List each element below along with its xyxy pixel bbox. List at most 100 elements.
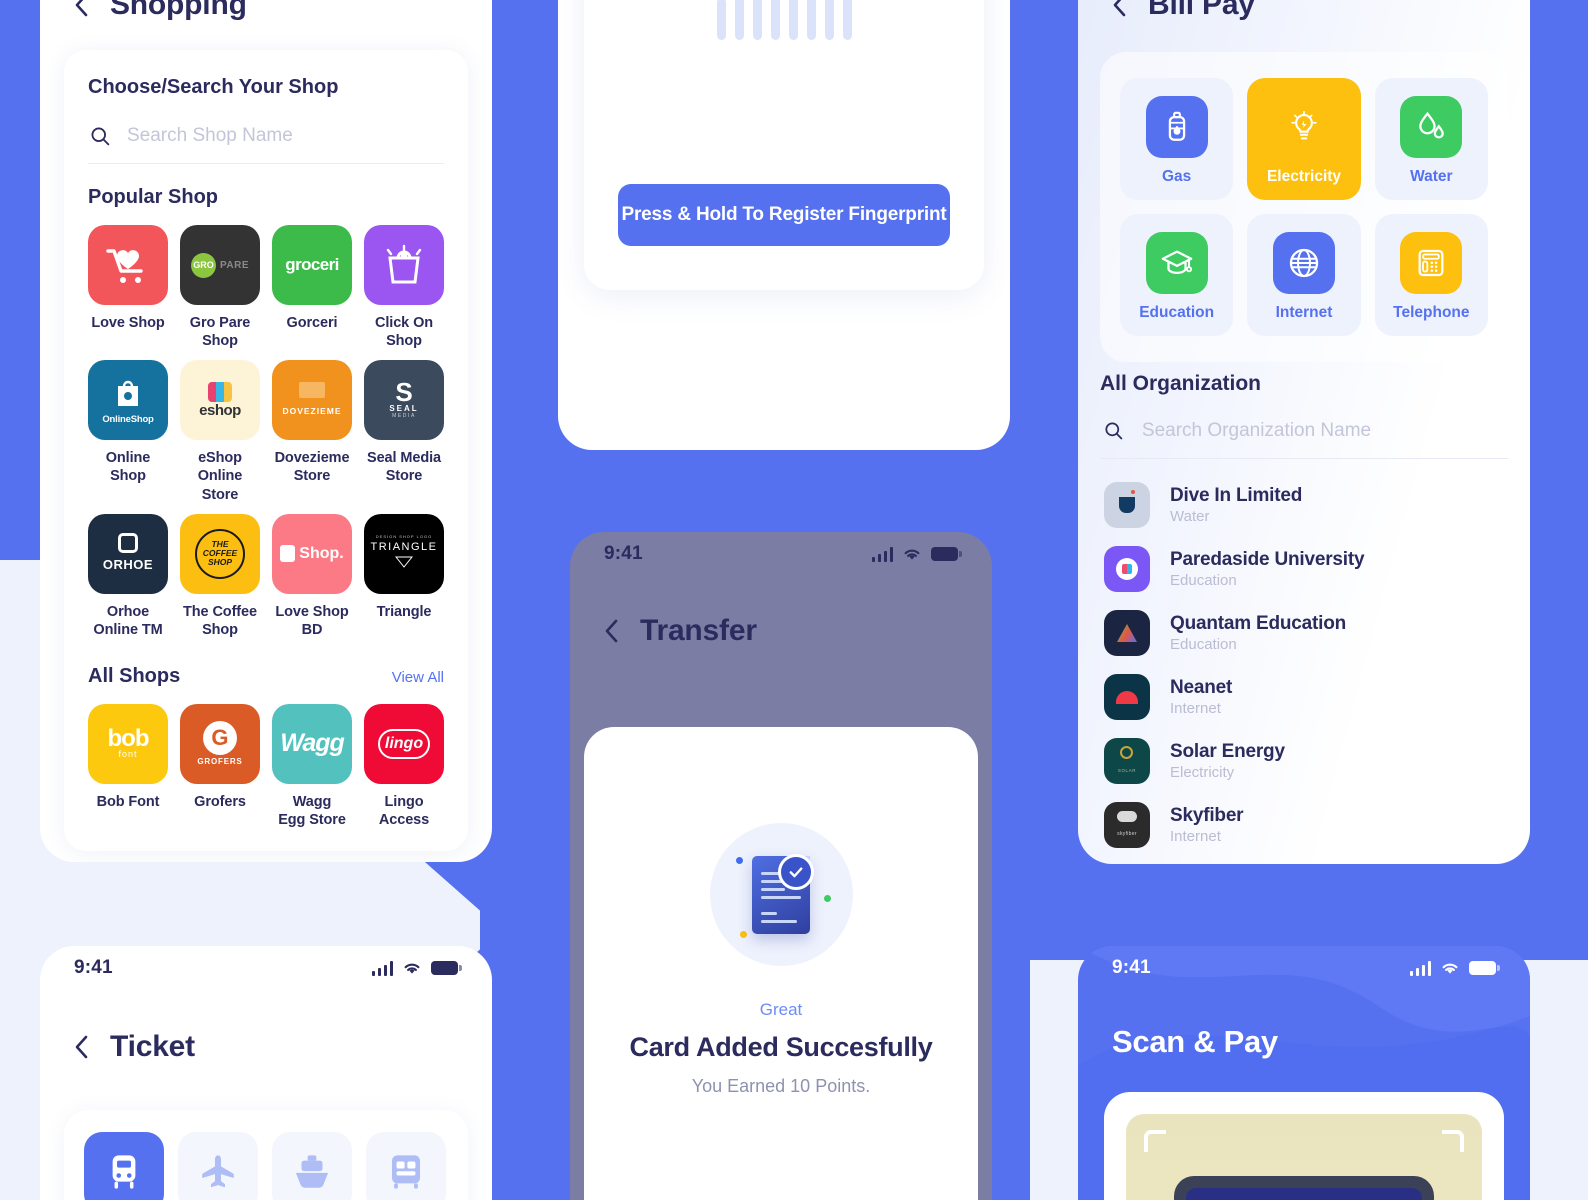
fingerprint-card: Press & Hold To Register Fingerprint [584,0,984,290]
shop-tile[interactable]: DESIGN SHOP LOGO TRIANGLE Triangle [364,513,444,639]
bill-category-cell[interactable]: Telephone [1374,214,1488,336]
organization-category: Internet [1170,828,1221,845]
bill-category-label: Internet [1275,304,1333,321]
organization-category: Internet [1170,700,1221,717]
organization-text: Solar Energy Electricity [1170,741,1285,781]
dot-yellow [739,931,747,938]
fingerprint-lines-graphic [584,0,984,40]
shop-tile[interactable]: GRO PARE Gro Pare Shop [180,225,260,350]
organization-row[interactable]: skyfiber Skyfiber Internet [1100,793,1508,857]
battery-icon [431,961,462,975]
success-headline: Card Added Succesfully [629,1032,933,1062]
shop-tile[interactable]: groceri Gorceri [272,225,352,350]
organization-row[interactable]: Waveaup Limited [1100,857,1508,864]
back-chevron-icon[interactable] [74,0,88,17]
bill-category-cell[interactable]: Internet [1247,214,1361,336]
shop-logo: lingo [364,703,444,784]
organization-category: Water [1170,508,1210,525]
status-time: 9:41 [1112,957,1151,978]
scanner-card: BHARATQR [1104,1092,1504,1200]
organization-name: Quantam Education [1170,613,1347,634]
shop-tile[interactable]: DOVEZIEME Dovezieme Store [272,360,352,503]
shop-logo: Shop. [272,513,352,594]
ticket-mode-train[interactable] [84,1132,164,1200]
shop-tile[interactable]: lingo Lingo Access [364,703,444,829]
water-drop-icon [1419,111,1445,139]
shop-tile[interactable]: Click On Shop [364,225,444,350]
organization-text: Quantam Education Education [1170,613,1346,653]
shop-tile[interactable]: Wagg Wagg Egg Store [272,703,352,829]
shop-logo: ORHOE [88,513,168,594]
shop-label: Click On Shop [374,315,434,350]
shop-logo: GRO PARE [180,225,260,305]
shop-label: Grofers [194,793,246,810]
ticket-mode-plane[interactable] [178,1132,258,1200]
shop-logo: DESIGN SHOP LOGO TRIANGLE [364,513,444,594]
dot-green [823,895,831,902]
shop-tile[interactable]: bob font Bob Font [88,703,168,829]
organization-row[interactable]: Neanet Internet [1100,665,1508,729]
search-icon [1105,422,1123,440]
organization-row[interactable]: Paredaside University Education [1100,537,1508,601]
design-showcase-canvas: Shopping Choose/Search Your Shop Popular… [0,0,1588,1200]
shop-tile[interactable]: eshop eShop Online Store [180,360,260,503]
shop-tile[interactable]: Love Shop [88,225,168,350]
organization-search-row[interactable] [1100,404,1508,459]
scanner-corner-top-right [1442,1130,1464,1152]
ticket-mode-bus[interactable] [366,1132,446,1200]
shop-tile[interactable]: OnlineShop Online Shop [88,360,168,503]
ticket-status-bar: 9:41 [40,946,492,990]
back-chevron-icon[interactable] [604,619,618,643]
shop-logo: bob font [88,703,168,784]
ticket-mode-ship[interactable] [272,1132,352,1200]
shop-label: Orhoe Online TM [93,603,163,638]
shop-logo: DOVEZIEME [272,360,352,441]
organization-name: Solar Energy [1170,741,1285,762]
plane-icon [202,1155,234,1188]
organization-text: Dive In Limited Water [1170,485,1302,525]
shop-tile[interactable]: ORHOE Orhoe Online TM [88,513,168,639]
organization-row[interactable]: Quantam Education Education [1100,601,1508,665]
bus-icon [392,1155,420,1189]
back-chevron-icon[interactable] [74,1035,88,1059]
organization-row[interactable]: SOLAR Solar Energy Electricity [1100,729,1508,793]
cellular-signal-icon [871,546,893,562]
shop-search-row[interactable] [88,111,444,164]
status-indicators [1409,960,1500,976]
bill-category-icon-wrap [1145,232,1208,294]
shop-label: eShop Online Store [197,450,243,503]
success-kicker: Great [759,1000,803,1019]
shop-logo: G GROFERS [180,703,260,784]
organization-text: Paredaside University Education [1170,549,1365,589]
organization-search-input[interactable] [1141,420,1504,442]
bill-category-cell[interactable]: Water [1374,78,1488,200]
shop-tile[interactable]: S SEAL MEDIA Seal Media Store [364,360,444,503]
shop-tile[interactable]: G GROFERS Grofers [180,703,260,829]
qr-card: BHARATQR [1174,1176,1434,1200]
search-icon [91,127,110,145]
register-fingerprint-button[interactable]: Press & Hold To Register Fingerprint [618,184,950,246]
shop-logo: S SEAL MEDIA [364,360,444,441]
shop-tile[interactable]: THE COFFEE SHOP The Coffee Shop [180,513,260,639]
shop-logo: Wagg [272,703,352,784]
organization-row[interactable]: Dive In Limited Water [1100,473,1508,537]
success-sheet: Great Card Added Succesfully You Earned … [584,727,978,1200]
shop-logo: groceri [272,225,352,305]
scan-status-bar: 9:41 [1078,946,1530,990]
popular-shop-grid: Love Shop GRO PARE Gro Pare Shop groceri Gorce… [88,225,444,639]
bill-category-label: Gas [1162,168,1192,185]
back-chevron-icon[interactable] [1112,0,1126,17]
scanner-viewfinder[interactable]: BHARATQR [1126,1114,1482,1200]
organization-list: Dive In Limited Water Paredaside Universit… [1100,473,1508,864]
bill-category-cell[interactable]: Electricity [1247,78,1361,200]
view-all-link[interactable]: View All [392,669,444,686]
bill-category-cell[interactable]: Gas [1120,78,1234,200]
shop-search-input[interactable] [127,125,442,147]
bill-category-cell[interactable]: Education [1120,214,1234,336]
bill-category-icon-wrap [1273,96,1335,158]
train-icon [112,1155,136,1189]
shop-tile[interactable]: Shop. Love Shop BD [272,513,352,639]
page-title: Transfer [640,614,757,647]
shop-label: Wagg Egg Store [278,793,346,828]
ticket-mode-card [64,1110,468,1200]
